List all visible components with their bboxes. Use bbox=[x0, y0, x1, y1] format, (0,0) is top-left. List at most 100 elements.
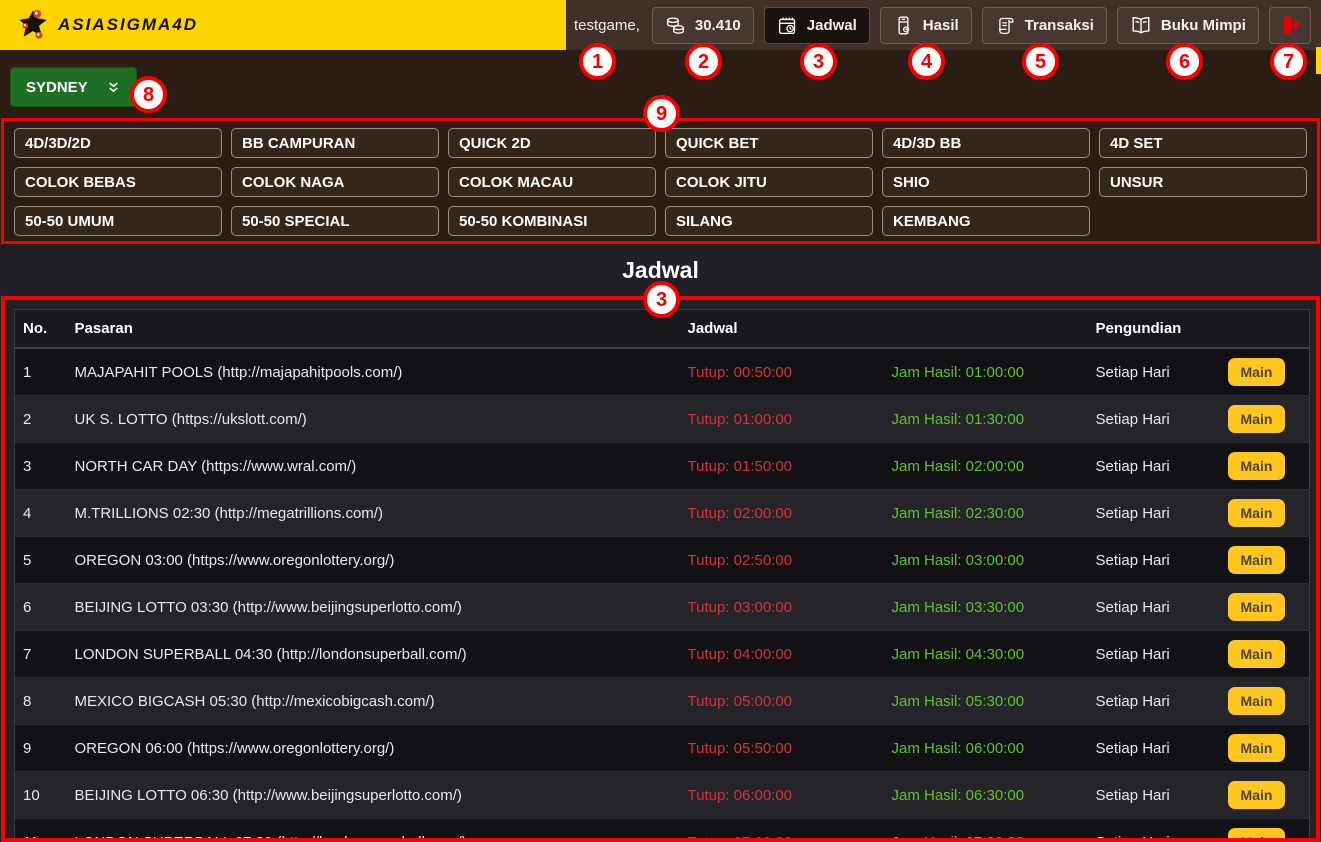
bet-type-button[interactable]: UNSUR bbox=[1099, 167, 1307, 197]
row-tutup: Tutup: 00:50:00 bbox=[680, 348, 884, 396]
nav-hasil-label: Hasil bbox=[923, 17, 959, 34]
bet-type-button[interactable]: 50-50 KOMBINASI bbox=[448, 206, 656, 236]
row-pasaran: NORTH CAR DAY (https://www.wral.com/) bbox=[67, 443, 680, 490]
chevron-double-down-icon bbox=[106, 80, 121, 95]
annotation-circle-7: 7 bbox=[1270, 43, 1307, 80]
bet-type-button[interactable]: KEMBANG bbox=[882, 206, 1090, 236]
row-tutup: Tutup: 05:50:00 bbox=[680, 725, 884, 772]
coins-icon bbox=[665, 15, 686, 36]
row-tutup: Tutup: 04:00:00 bbox=[680, 631, 884, 678]
row-no: 4 bbox=[15, 490, 67, 537]
row-tutup: Tutup: 02:50:00 bbox=[680, 537, 884, 584]
row-pengundian: Setiap Hari bbox=[1088, 725, 1220, 772]
nav-hasil-button[interactable]: Hasil bbox=[880, 7, 972, 44]
table-row: 1 MAJAPAHIT POOLS (http://majapahitpools… bbox=[15, 348, 1310, 396]
row-no: 11 bbox=[15, 819, 67, 842]
row-pengundian: Setiap Hari bbox=[1088, 396, 1220, 443]
table-row: 10 BEIJING LOTTO 06:30 (http://www.beiji… bbox=[15, 772, 1310, 819]
top-bar: ASIASIGMA4D testgame, 30.410 bbox=[0, 0, 1321, 50]
bet-type-button[interactable]: SILANG bbox=[665, 206, 873, 236]
bet-type-button[interactable]: QUICK 2D bbox=[448, 128, 656, 158]
bet-type-button[interactable]: BB CAMPURAN bbox=[231, 128, 439, 158]
annotation-circle-3: 3 bbox=[800, 43, 837, 80]
table-row: 4 M.TRILLIONS 02:30 (http://megatrillion… bbox=[15, 490, 1310, 537]
main-button[interactable]: Main bbox=[1228, 499, 1286, 527]
bet-type-button[interactable]: QUICK BET bbox=[665, 128, 873, 158]
row-jam-hasil: Jam Hasil: 02:00:00 bbox=[884, 443, 1088, 490]
row-pasaran: M.TRILLIONS 02:30 (http://megatrillions.… bbox=[67, 490, 680, 537]
table-row: 6 BEIJING LOTTO 03:30 (http://www.beijin… bbox=[15, 584, 1310, 631]
table-row: 5 OREGON 03:00 (https://www.oregonlotter… bbox=[15, 537, 1310, 584]
nav-buku-mimpi-button[interactable]: Buku Mimpi bbox=[1117, 7, 1259, 44]
main-button[interactable]: Main bbox=[1228, 358, 1286, 386]
main-button[interactable]: Main bbox=[1228, 452, 1286, 480]
nav-transaksi-button[interactable]: Transaksi bbox=[982, 7, 1107, 44]
market-selector-button[interactable]: SYDNEY bbox=[10, 67, 137, 107]
table-row: 8 MEXICO BIGCASH 05:30 (http://mexicobig… bbox=[15, 678, 1310, 725]
annotation-circle-9: 9 bbox=[643, 95, 680, 132]
row-tutup: Tutup: 01:50:00 bbox=[680, 443, 884, 490]
row-pasaran: OREGON 06:00 (https://www.oregonlottery.… bbox=[67, 725, 680, 772]
row-jam-hasil: Jam Hasil: 07:30:00 bbox=[884, 819, 1088, 842]
annotation-circle-4: 4 bbox=[908, 43, 945, 80]
main-button[interactable]: Main bbox=[1228, 640, 1286, 668]
row-pasaran: MEXICO BIGCASH 05:30 (http://mexicobigca… bbox=[67, 678, 680, 725]
bet-type-button[interactable]: 50-50 SPECIAL bbox=[231, 206, 439, 236]
row-no: 10 bbox=[15, 772, 67, 819]
brand-bar: ASIASIGMA4D bbox=[0, 0, 566, 50]
row-jam-hasil: Jam Hasil: 01:30:00 bbox=[884, 396, 1088, 443]
bet-type-button[interactable]: 4D/3D BB bbox=[882, 128, 1090, 158]
main-button[interactable]: Main bbox=[1228, 593, 1286, 621]
main-button[interactable]: Main bbox=[1228, 828, 1286, 842]
annotation-circle-1: 1 bbox=[579, 43, 616, 80]
row-pasaran: UK S. LOTTO (https://ukslott.com/) bbox=[67, 396, 680, 443]
row-no: 9 bbox=[15, 725, 67, 772]
annotation-circle-8: 8 bbox=[130, 76, 167, 113]
annotation-circle-2: 2 bbox=[685, 43, 722, 80]
main-button[interactable]: Main bbox=[1228, 546, 1286, 574]
table-row: 9 OREGON 06:00 (https://www.oregonlotter… bbox=[15, 725, 1310, 772]
col-header-empty bbox=[884, 310, 1088, 349]
row-pengundian: Setiap Hari bbox=[1088, 443, 1220, 490]
row-tutup: Tutup: 01:00:00 bbox=[680, 396, 884, 443]
balance-value: 30.410 bbox=[695, 17, 741, 34]
nav-transaksi-label: Transaksi bbox=[1025, 17, 1094, 34]
main-button[interactable]: Main bbox=[1228, 687, 1286, 715]
main-button[interactable]: Main bbox=[1228, 781, 1286, 809]
annotation-circle-3-table: 3 bbox=[643, 281, 680, 318]
row-jam-hasil: Jam Hasil: 06:30:00 bbox=[884, 772, 1088, 819]
row-jam-hasil: Jam Hasil: 01:00:00 bbox=[884, 348, 1088, 396]
bet-type-button[interactable]: COLOK MACAU bbox=[448, 167, 656, 197]
nav-jadwal-button[interactable]: Jadwal bbox=[764, 7, 870, 44]
bet-type-button[interactable]: 4D/3D/2D bbox=[14, 128, 222, 158]
row-pasaran: LONDON SUPERBALL 04:30 (http://londonsup… bbox=[67, 631, 680, 678]
logout-button[interactable] bbox=[1269, 7, 1311, 44]
row-jam-hasil: Jam Hasil: 04:30:00 bbox=[884, 631, 1088, 678]
row-no: 5 bbox=[15, 537, 67, 584]
bet-type-button[interactable]: COLOK NAGA bbox=[231, 167, 439, 197]
bet-type-button[interactable]: COLOK BEBAS bbox=[14, 167, 222, 197]
main-button[interactable]: Main bbox=[1228, 734, 1286, 762]
row-no: 8 bbox=[15, 678, 67, 725]
bet-type-button[interactable]: SHIO bbox=[882, 167, 1090, 197]
market-selector-label: SYDNEY bbox=[26, 79, 88, 96]
row-pengundian: Setiap Hari bbox=[1088, 584, 1220, 631]
bet-type-button[interactable]: 4D SET bbox=[1099, 128, 1307, 158]
row-pengundian: Setiap Hari bbox=[1088, 537, 1220, 584]
row-pasaran: OREGON 03:00 (https://www.oregonlottery.… bbox=[67, 537, 680, 584]
book-icon bbox=[1130, 14, 1152, 36]
row-pengundian: Setiap Hari bbox=[1088, 490, 1220, 537]
main-button[interactable]: Main bbox=[1228, 405, 1286, 433]
brand-logo-icon bbox=[16, 8, 50, 42]
scrollbar-thumb[interactable] bbox=[1316, 47, 1321, 74]
annotation-circle-6: 6 bbox=[1166, 43, 1203, 80]
bet-type-button[interactable]: COLOK JITU bbox=[665, 167, 873, 197]
nav-jadwal-label: Jadwal bbox=[807, 17, 857, 34]
row-pengundian: Setiap Hari bbox=[1088, 678, 1220, 725]
schedule-section: Jadwal No. Pasaran Jadwal Pengundian 1 bbox=[0, 244, 1321, 842]
balance-button[interactable]: 30.410 bbox=[652, 7, 754, 44]
row-jam-hasil: Jam Hasil: 02:30:00 bbox=[884, 490, 1088, 537]
row-no: 2 bbox=[15, 396, 67, 443]
bet-type-button[interactable]: 50-50 UMUM bbox=[14, 206, 222, 236]
row-no: 7 bbox=[15, 631, 67, 678]
